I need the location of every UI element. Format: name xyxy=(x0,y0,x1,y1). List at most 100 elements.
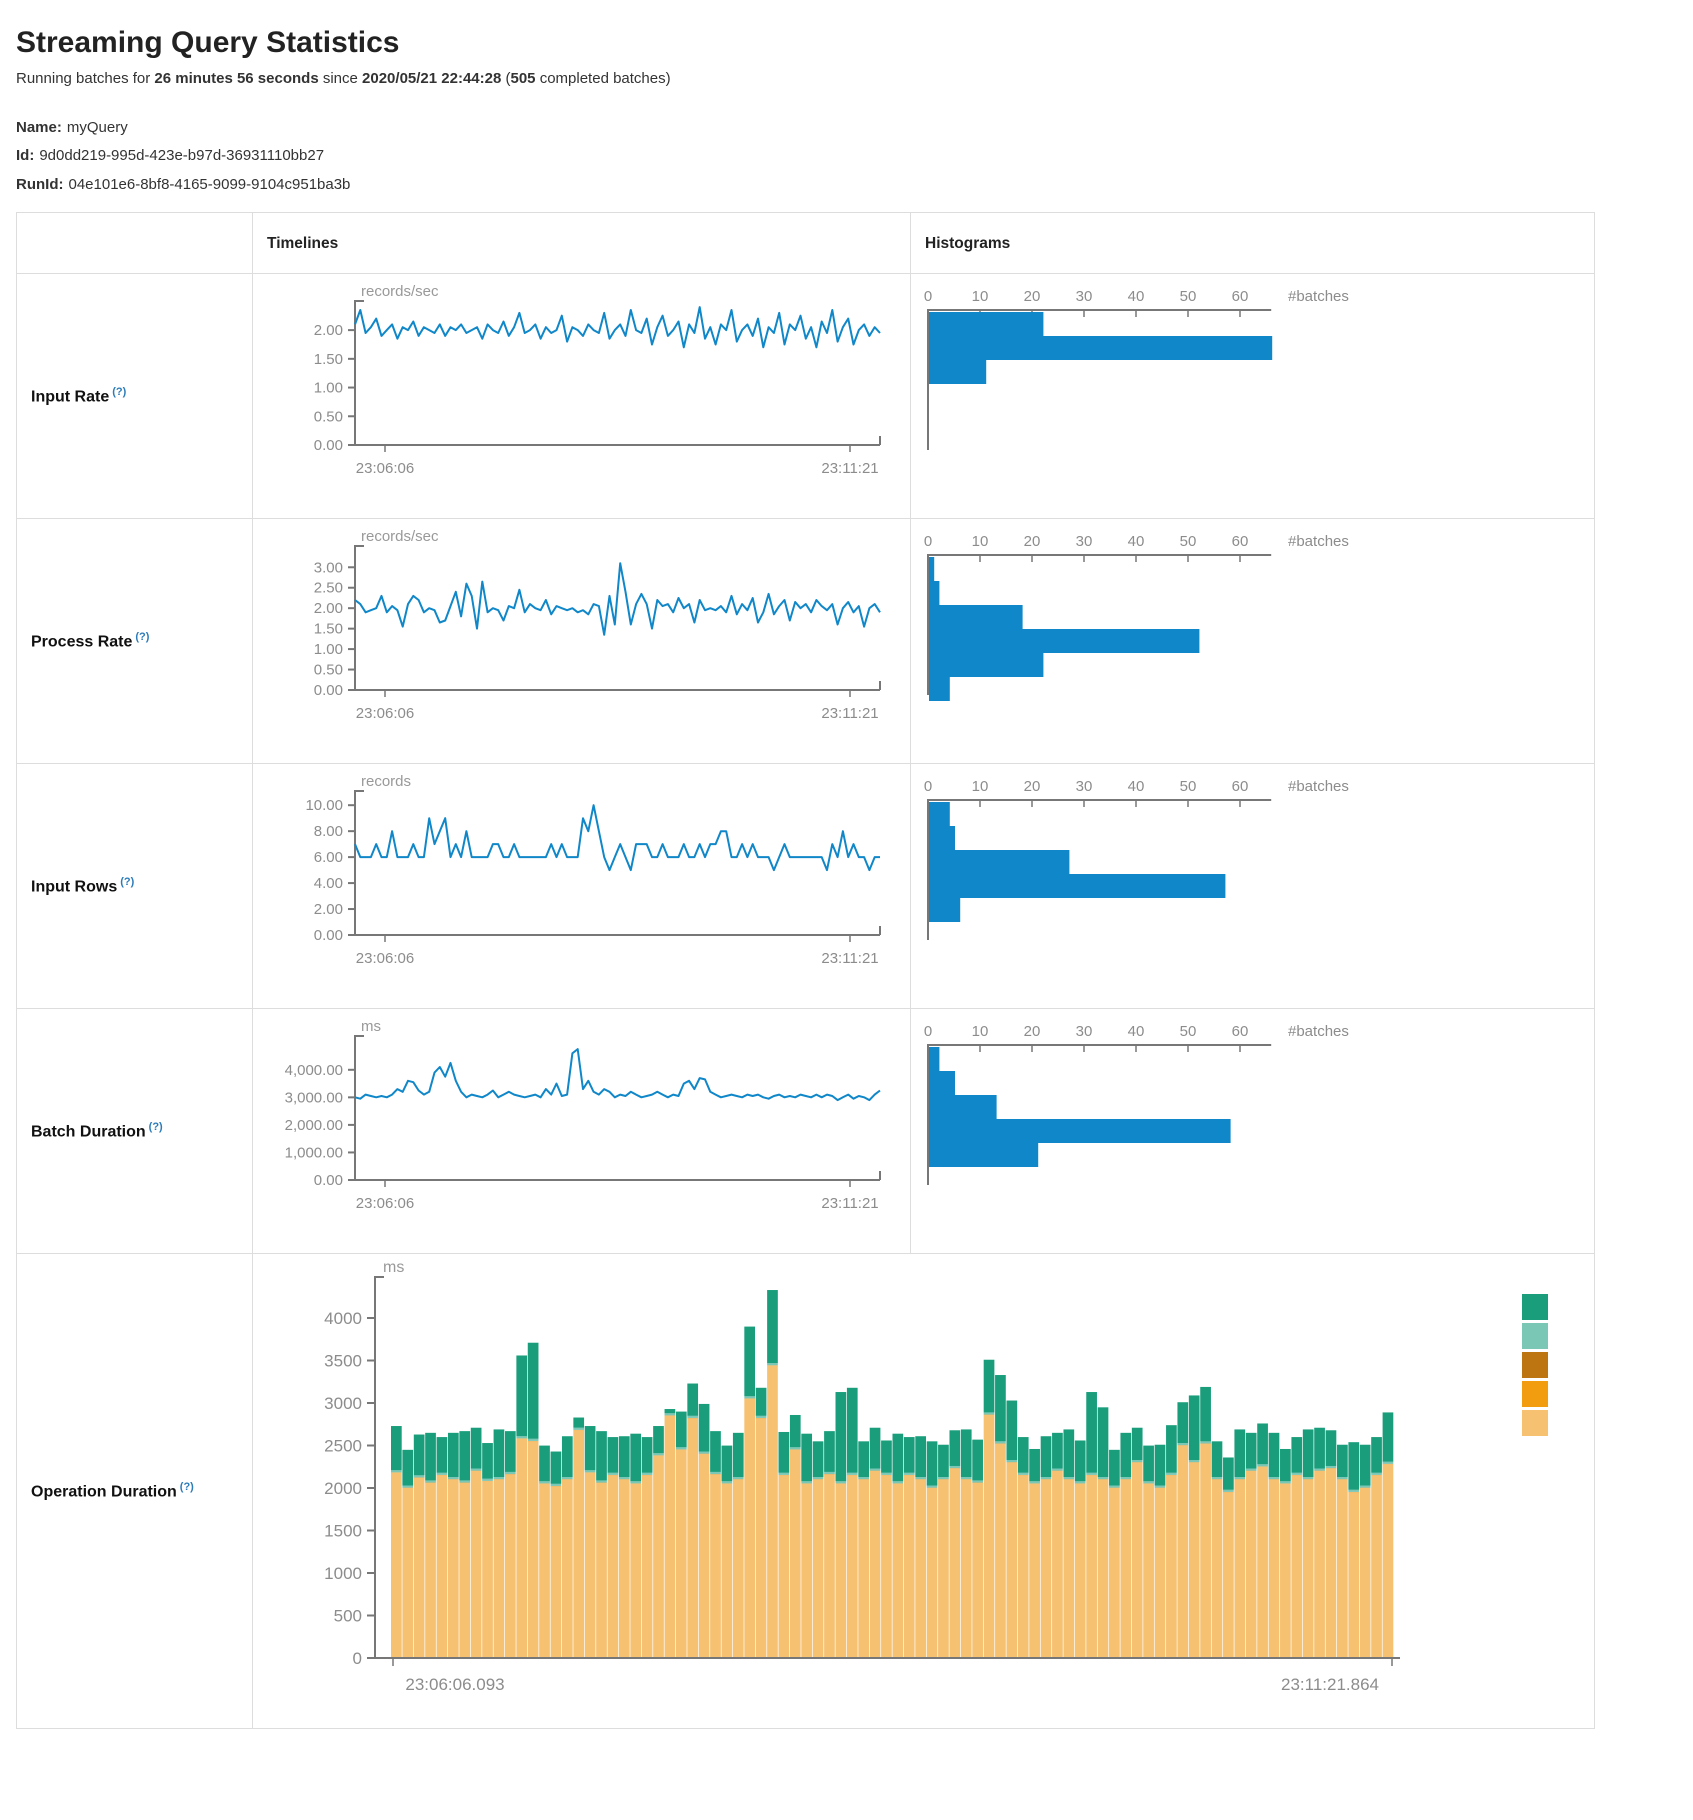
line-chart-svg: ms4,000.003,000.002,000.001,000.000.0023… xyxy=(255,1015,910,1220)
stacked-bar-svg: ms4000350030002500200015001000500023:06:… xyxy=(255,1258,1445,1718)
svg-text:6.00: 6.00 xyxy=(314,849,343,866)
svg-text:10: 10 xyxy=(972,288,989,305)
svg-text:0.00: 0.00 xyxy=(314,1172,343,1189)
svg-text:records: records xyxy=(361,773,411,790)
svg-text:2000: 2000 xyxy=(324,1479,362,1498)
svg-text:1500: 1500 xyxy=(324,1521,362,1540)
query-id-value: 9d0dd219-995d-423e-b97d-36931110bb27 xyxy=(39,147,324,164)
svg-text:23:11:21: 23:11:21 xyxy=(821,1195,878,1212)
svg-text:10: 10 xyxy=(972,1023,989,1040)
process-rate-label: Process Rate(?) xyxy=(17,518,253,763)
batch-duration-timeline-chart: ms4,000.003,000.002,000.001,000.000.0023… xyxy=(253,1008,911,1253)
operation-duration-legend xyxy=(1522,1294,1548,1436)
summary-start-time: 2020/05/21 22:44:28 xyxy=(362,70,501,87)
svg-text:0: 0 xyxy=(924,778,932,795)
svg-text:0.00: 0.00 xyxy=(314,682,343,699)
svg-text:records/sec: records/sec xyxy=(361,283,439,300)
query-runid-value: 04e101e6-8bf8-4165-9099-9104c951ba3b xyxy=(68,176,350,193)
legend-swatch-tan xyxy=(1522,1410,1548,1436)
operation-duration-help-icon[interactable]: (?) xyxy=(180,1481,194,1493)
svg-text:1.50: 1.50 xyxy=(314,351,343,368)
svg-text:2,000.00: 2,000.00 xyxy=(285,1117,343,1134)
svg-text:1,000.00: 1,000.00 xyxy=(285,1144,343,1161)
svg-text:23:11:21: 23:11:21 xyxy=(821,460,878,477)
svg-text:50: 50 xyxy=(1180,533,1197,550)
svg-text:23:11:21: 23:11:21 xyxy=(821,950,878,967)
svg-text:#batches: #batches xyxy=(1288,533,1349,550)
svg-text:50: 50 xyxy=(1180,778,1197,795)
summary-batch-count: 505 xyxy=(511,70,536,87)
svg-text:40: 40 xyxy=(1128,288,1145,305)
svg-text:20: 20 xyxy=(1024,778,1041,795)
input-rate-histogram-chart: 0102030405060#batches xyxy=(911,273,1595,518)
svg-text:3500: 3500 xyxy=(324,1351,362,1370)
svg-text:23:06:06: 23:06:06 xyxy=(356,705,414,722)
svg-text:ms: ms xyxy=(383,1259,404,1276)
svg-text:#batches: #batches xyxy=(1288,778,1349,795)
svg-text:4.00: 4.00 xyxy=(314,875,343,892)
svg-text:ms: ms xyxy=(361,1018,381,1035)
svg-text:records/sec: records/sec xyxy=(361,528,439,545)
input-rate-help-icon[interactable]: (?) xyxy=(112,386,126,398)
svg-text:20: 20 xyxy=(1024,288,1041,305)
batch-duration-label: Batch Duration(?) xyxy=(17,1008,253,1253)
process-rate-histogram-chart: 0102030405060#batches xyxy=(911,518,1595,763)
summary-paren-close: completed batches) xyxy=(536,70,671,87)
input-rows-label: Input Rows(?) xyxy=(17,763,253,1008)
svg-text:#batches: #batches xyxy=(1288,288,1349,305)
svg-text:2500: 2500 xyxy=(324,1436,362,1455)
svg-text:0: 0 xyxy=(924,1023,932,1040)
summary-paren-open: ( xyxy=(501,70,510,87)
svg-text:2.00: 2.00 xyxy=(314,322,343,339)
svg-text:30: 30 xyxy=(1076,1023,1093,1040)
header-timelines: Timelines xyxy=(253,212,911,273)
svg-text:40: 40 xyxy=(1128,778,1145,795)
svg-text:1000: 1000 xyxy=(324,1564,362,1583)
svg-text:500: 500 xyxy=(334,1606,362,1625)
svg-text:4,000.00: 4,000.00 xyxy=(285,1062,343,1079)
histogram-svg: 0102030405060#batches xyxy=(913,525,1593,705)
query-id-label: Id: xyxy=(16,147,34,164)
row-operation-duration: Operation Duration(?) ms4000350030002500… xyxy=(17,1253,1595,1728)
input-rate-label: Input Rate(?) xyxy=(17,273,253,518)
svg-text:#batches: #batches xyxy=(1288,1023,1349,1040)
svg-text:60: 60 xyxy=(1232,288,1249,305)
svg-text:2.00: 2.00 xyxy=(314,600,343,617)
svg-text:23:06:06: 23:06:06 xyxy=(356,460,414,477)
streaming-query-statistics-page: { "header": { "title": "Streaming Query … xyxy=(0,0,1693,1741)
summary-duration: 26 minutes 56 seconds xyxy=(154,70,318,87)
svg-text:23:06:06: 23:06:06 xyxy=(356,1195,414,1212)
query-runid-label: RunId: xyxy=(16,176,63,193)
svg-text:1.50: 1.50 xyxy=(314,620,343,637)
header-histograms: Histograms xyxy=(911,212,1595,273)
input-rows-timeline-chart: records10.008.006.004.002.000.0023:06:06… xyxy=(253,763,911,1008)
svg-text:23:06:06.093: 23:06:06.093 xyxy=(405,1675,504,1694)
row-input-rate: Input Rate(?) records/sec2.001.501.000.5… xyxy=(17,273,1595,518)
query-name-value: myQuery xyxy=(67,119,128,136)
svg-text:0.00: 0.00 xyxy=(314,437,343,454)
svg-text:50: 50 xyxy=(1180,1023,1197,1040)
histogram-svg: 0102030405060#batches xyxy=(913,280,1593,460)
svg-text:2.50: 2.50 xyxy=(314,579,343,596)
svg-text:30: 30 xyxy=(1076,288,1093,305)
svg-text:60: 60 xyxy=(1232,533,1249,550)
svg-text:2.00: 2.00 xyxy=(314,901,343,918)
running-batches-summary: Running batches for 26 minutes 56 second… xyxy=(16,70,1677,87)
query-name-label: Name: xyxy=(16,119,62,136)
histogram-svg: 0102030405060#batches xyxy=(913,770,1593,950)
svg-text:30: 30 xyxy=(1076,533,1093,550)
svg-text:0.00: 0.00 xyxy=(314,927,343,944)
svg-text:10.00: 10.00 xyxy=(305,797,343,814)
batch-duration-help-icon[interactable]: (?) xyxy=(149,1121,163,1133)
svg-text:50: 50 xyxy=(1180,288,1197,305)
query-name-line: Name: myQuery xyxy=(16,115,1677,141)
svg-text:20: 20 xyxy=(1024,1023,1041,1040)
input-rows-help-icon[interactable]: (?) xyxy=(120,876,134,888)
svg-text:40: 40 xyxy=(1128,533,1145,550)
svg-text:1.00: 1.00 xyxy=(314,641,343,658)
process-rate-help-icon[interactable]: (?) xyxy=(135,631,149,643)
row-input-rows: Input Rows(?) records 10.00 8.00 6.00 4.00 2.… xyxy=(17,763,1595,1008)
histogram-svg: 0102030405060#batches xyxy=(913,1015,1593,1195)
svg-text:23:11:21: 23:11:21 xyxy=(821,705,878,722)
svg-text:8.00: 8.00 xyxy=(314,823,343,840)
